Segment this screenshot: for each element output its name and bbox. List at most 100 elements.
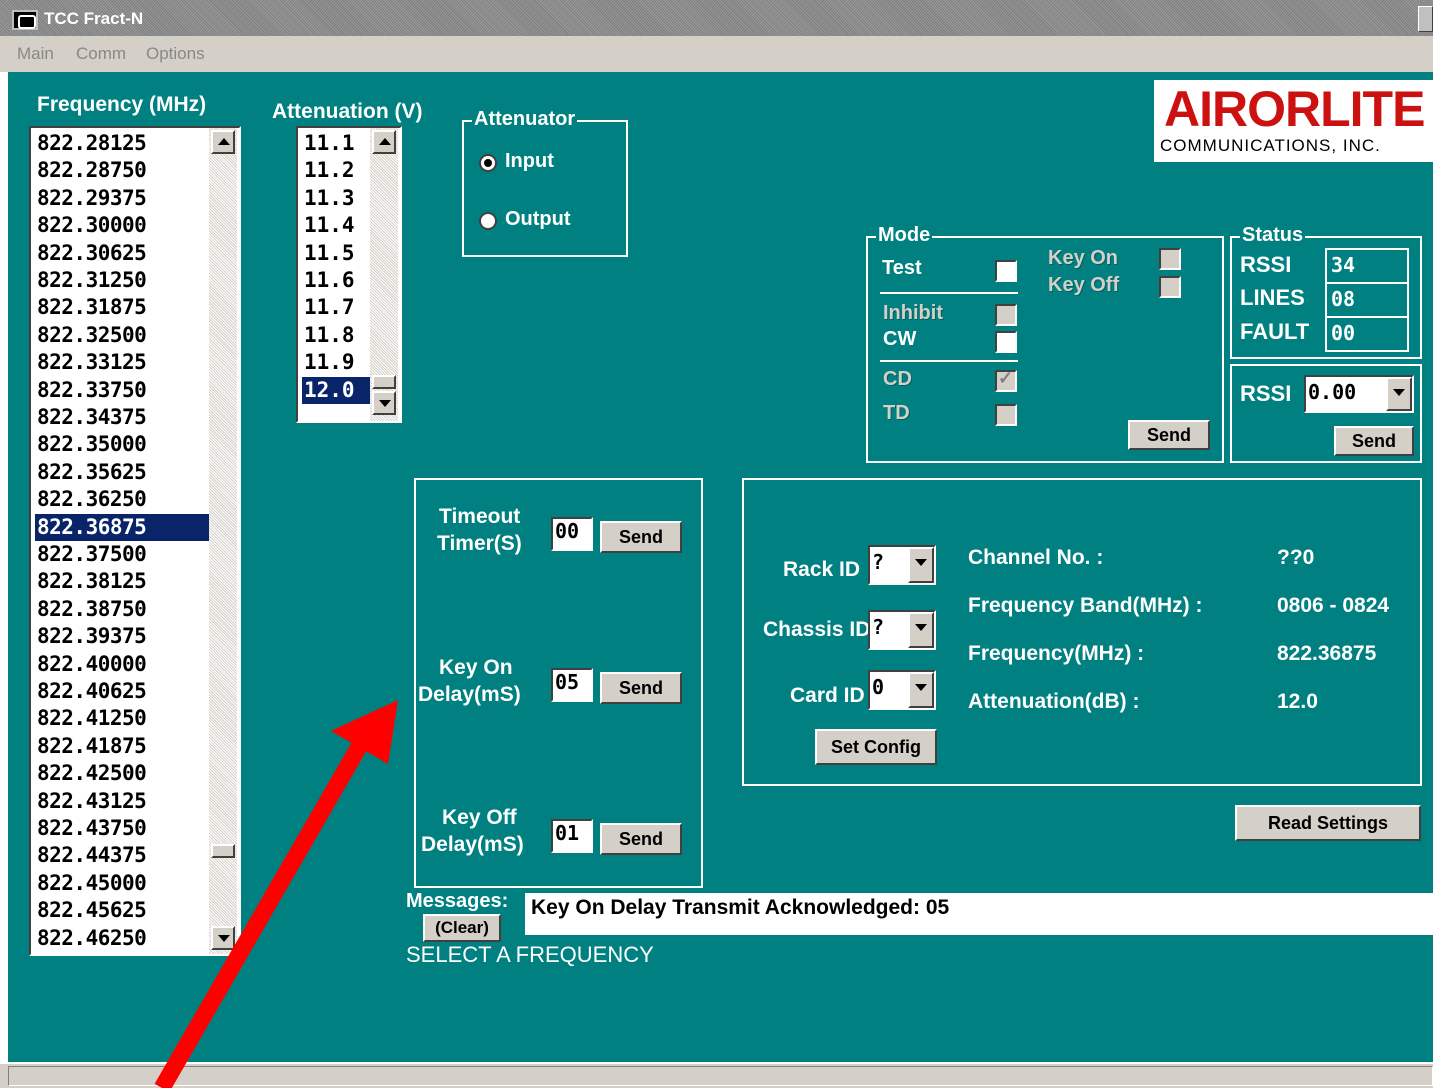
attenuation-list-item[interactable]: 12.0 — [302, 376, 372, 404]
att-scroll-down-button[interactable] — [372, 391, 396, 415]
timeout-input[interactable]: 00 — [551, 517, 593, 551]
menu-main[interactable]: Main — [17, 44, 54, 64]
frequency-list-item[interactable]: 822.32500 — [35, 322, 147, 349]
attenuation-list-item[interactable]: 11.6 — [302, 267, 355, 294]
frequency-list-item[interactable]: 822.44375 — [35, 842, 147, 869]
scroll-up-button[interactable] — [211, 130, 235, 154]
frequency-list-item[interactable]: 822.39375 — [35, 623, 147, 650]
input-radio-label[interactable]: Input — [505, 150, 554, 173]
cd-checkbox[interactable] — [995, 368, 1017, 392]
attenuation-list-item[interactable]: 11.7 — [302, 294, 355, 321]
timeout-send-button[interactable]: Send — [600, 521, 682, 553]
frequency-list-item[interactable]: 822.30000 — [35, 212, 147, 239]
dropdown-button[interactable] — [908, 612, 934, 648]
frequency-list-item[interactable]: 822.30625 — [35, 240, 147, 267]
frequency-list-item[interactable]: 822.38125 — [35, 568, 147, 595]
window-title: TCC Fract-N — [44, 9, 144, 28]
rack-id-label: Rack ID — [783, 558, 861, 581]
prompt-text: SELECT A FREQUENCY — [406, 942, 654, 967]
frequency-list-item[interactable]: 822.35000 — [35, 431, 147, 458]
menu-comm[interactable]: Comm — [76, 44, 126, 64]
output-radio-label[interactable]: Output — [505, 208, 571, 231]
mode-send-button[interactable]: Send — [1128, 420, 1210, 450]
dropdown-button[interactable] — [908, 672, 934, 708]
fault-status-value: 00 — [1325, 316, 1409, 352]
dropdown-button[interactable] — [908, 547, 934, 583]
chassis-id-select[interactable]: ? — [868, 610, 936, 650]
td-label: TD — [883, 402, 910, 424]
td-checkbox[interactable] — [995, 404, 1017, 426]
frequency-list-item[interactable]: 822.36250 — [35, 486, 147, 513]
frequency-list-item[interactable]: 822.45625 — [35, 897, 147, 924]
frequency-list-item[interactable]: 822.28750 — [35, 157, 147, 184]
frequency-list-item[interactable]: 822.37500 — [35, 541, 147, 568]
card-id-select[interactable]: 0 — [868, 670, 936, 710]
scroll-down-button[interactable] — [211, 926, 235, 950]
set-config-button[interactable]: Set Config — [815, 729, 937, 765]
input-radio[interactable] — [479, 154, 497, 172]
attenuation-list-item[interactable]: 11.1 — [302, 130, 355, 157]
cw-checkbox[interactable] — [995, 331, 1017, 353]
frequency-list-item[interactable]: 822.33750 — [35, 377, 147, 404]
title-bar[interactable] — [0, 0, 1433, 36]
config-attenuation-label: Attenuation(dB) : — [968, 690, 1140, 713]
key-on-checkbox[interactable] — [1159, 248, 1181, 270]
frequency-list-item[interactable]: 822.28125 — [35, 130, 147, 157]
frequency-list-item[interactable]: 822.43125 — [35, 788, 147, 815]
attenuation-list-item[interactable]: 11.4 — [302, 212, 355, 239]
frequency-list-item[interactable]: 822.45000 — [35, 870, 147, 897]
attenuation-list-item[interactable]: 11.9 — [302, 349, 355, 376]
frequency-list-item[interactable]: 822.35625 — [35, 459, 147, 486]
key-off-delay-input[interactable]: 01 — [551, 819, 593, 853]
frequency-list-item[interactable]: 822.33125 — [35, 349, 147, 376]
menu-options[interactable]: Options — [146, 44, 205, 64]
band-label: Frequency Band(MHz) : — [968, 594, 1203, 617]
frequency-list-item[interactable]: 822.29375 — [35, 185, 147, 212]
frequency-list-item[interactable]: 822.36875 — [35, 513, 209, 541]
frequency-list-item[interactable]: 822.46250 — [35, 925, 147, 952]
attenuation-list-item[interactable]: 11.5 — [302, 240, 355, 267]
frequency-list-item[interactable]: 822.41875 — [35, 733, 147, 760]
test-checkbox[interactable] — [995, 260, 1017, 282]
config-attenuation-value: 12.0 — [1277, 690, 1318, 713]
channel-label: Channel No. : — [968, 546, 1104, 569]
key-off-delay-send-button[interactable]: Send — [600, 823, 682, 855]
chevron-down-icon — [1393, 389, 1405, 396]
dropdown-button[interactable] — [1386, 377, 1412, 411]
minimize-button[interactable] — [1418, 6, 1433, 32]
rssi-select[interactable]: 0.00 — [1304, 375, 1414, 413]
frequency-listbox[interactable]: 822.28125 822.28750 822.29375 822.30000 822.… — [29, 126, 241, 956]
clear-messages-button[interactable]: (Clear) — [423, 914, 501, 942]
attenuation-list-item[interactable]: 11.2 — [302, 157, 355, 184]
card-id-value: 0 — [872, 675, 885, 699]
att-scroll-thumb[interactable] — [372, 375, 396, 389]
lines-status-label: LINES — [1240, 285, 1305, 310]
attenuation-listbox[interactable]: 11.1 11.2 11.3 11.4 11.5 11.6 11.7 11.8 11.9 12.0 — [296, 126, 402, 423]
key-on-delay-send-button[interactable]: Send — [600, 672, 682, 704]
rssi-send-button[interactable]: Send — [1334, 426, 1414, 456]
frequency-list-item[interactable]: 822.34375 — [35, 404, 147, 431]
frequency-list-item[interactable]: 822.40000 — [35, 651, 147, 678]
channel-value: ??0 — [1277, 546, 1315, 569]
frequency-list-item[interactable]: 822.31250 — [35, 267, 147, 294]
attenuation-list-item[interactable]: 11.3 — [302, 185, 355, 212]
message-text: Key On Delay Transmit Acknowledged: 05 — [525, 893, 1433, 935]
frequency-list-item[interactable]: 822.40625 — [35, 678, 147, 705]
rack-id-select[interactable]: ? — [868, 545, 936, 585]
frequency-scrollbar[interactable] — [209, 128, 237, 954]
frequency-list-item[interactable]: 822.41250 — [35, 705, 147, 732]
attenuation-list-item[interactable]: 11.8 — [302, 322, 355, 349]
att-scroll-up-button[interactable] — [372, 130, 396, 154]
frequency-list-item[interactable]: 822.42500 — [35, 760, 147, 787]
frequency-list-item[interactable]: 822.31875 — [35, 294, 147, 321]
key-off-checkbox[interactable] — [1159, 276, 1181, 298]
read-settings-button[interactable]: Read Settings — [1235, 805, 1421, 841]
frequency-scroll-thumb[interactable] — [211, 844, 235, 858]
output-radio[interactable] — [479, 212, 497, 230]
frequency-list-item[interactable]: 822.38750 — [35, 596, 147, 623]
key-on-delay-input[interactable]: 05 — [551, 668, 593, 702]
inhibit-checkbox[interactable] — [995, 304, 1017, 326]
cd-label: CD — [883, 368, 912, 390]
frequency-list-item[interactable]: 822.43750 — [35, 815, 147, 842]
app-icon[interactable] — [12, 10, 38, 30]
